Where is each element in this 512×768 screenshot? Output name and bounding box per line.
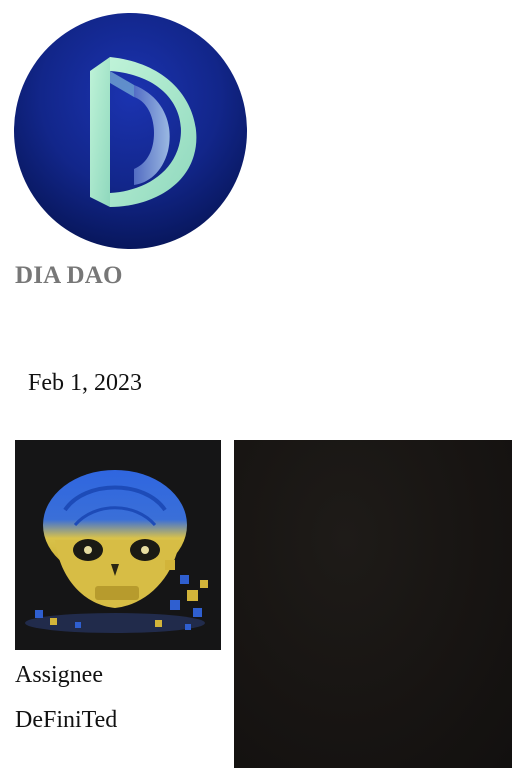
assignee-label: Assignee	[15, 662, 103, 688]
dia-d-letter-icon	[14, 13, 247, 249]
organization-name[interactable]: DIA DAO	[15, 262, 123, 290]
assignee-name[interactable]: DeFiniTed	[15, 707, 117, 734]
skull-avatar-icon	[15, 440, 221, 650]
assignee-avatar[interactable]	[15, 440, 221, 650]
entry-date: Feb 1, 2023	[28, 370, 142, 396]
dia-dao-logo[interactable]	[14, 13, 247, 249]
media-panel	[234, 440, 512, 768]
